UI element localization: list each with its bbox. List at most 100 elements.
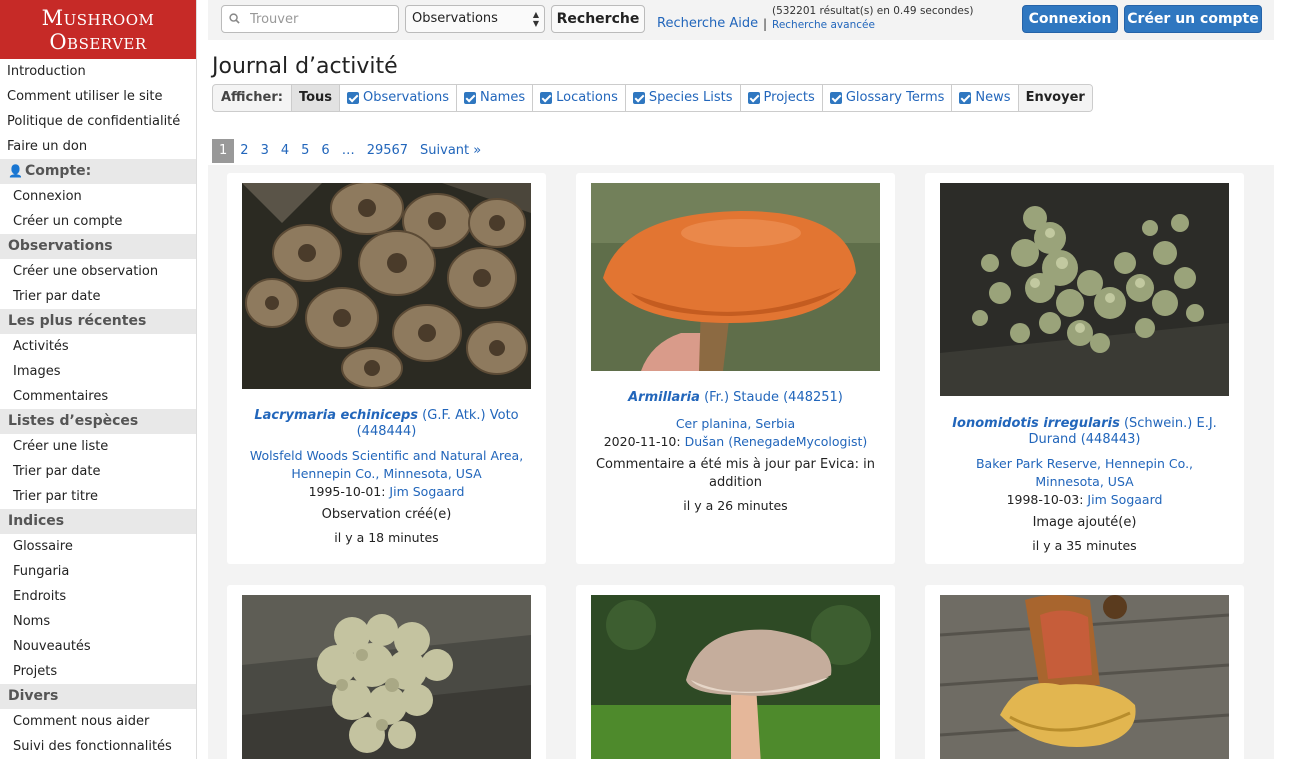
sidebar: Mushroom Observer Introduction Comment u…	[0, 0, 197, 759]
filter-news[interactable]: News	[951, 85, 1018, 111]
filter-observations[interactable]: Observations	[339, 85, 456, 111]
observation-date-line: 1995-10-01: Jim Sogaard	[242, 483, 531, 501]
activity-time-ago: il y a 35 minutes	[1032, 538, 1137, 553]
observation-date-line: 1998-10-03: Jim Sogaard	[940, 491, 1229, 509]
user-link[interactable]: Dušan (RenegadeMycologist)	[685, 434, 868, 449]
filter-species-lists[interactable]: Species Lists	[624, 85, 740, 111]
observation-photo[interactable]	[242, 595, 531, 759]
sidebar-item-fungaria[interactable]: Fungaria	[0, 559, 196, 584]
species-name: Ionomidotis irregularis	[952, 416, 1120, 431]
activity-card: Ionomidotis irregularis (Schwein.) E.J. …	[925, 173, 1244, 564]
page-right-margin	[1274, 0, 1296, 759]
login-button[interactable]: Connexion	[1022, 5, 1118, 33]
page-next-link[interactable]: Suivant »	[414, 139, 487, 163]
activity-filter-bar: Afficher: Tous Observations Names Locati…	[212, 84, 1093, 112]
logo-line-2: Observer	[49, 30, 147, 54]
filter-names[interactable]: Names	[455, 85, 533, 111]
observation-date: 1995-10-01:	[308, 484, 386, 499]
sidebar-item-list-sort-date[interactable]: Trier par date	[0, 459, 196, 484]
activity-card	[576, 585, 895, 759]
search-button[interactable]: Recherche	[551, 5, 645, 33]
filter-label: Afficher:	[221, 90, 283, 105]
observation-photo[interactable]	[591, 183, 880, 371]
location-link[interactable]: Wolsfeld Woods Scientific and Natural Ar…	[242, 447, 531, 483]
user-link[interactable]: Jim Sogaard	[389, 484, 464, 499]
observation-title-link[interactable]: Ionomidotis irregularis (Schwein.) E.J. …	[940, 416, 1229, 448]
page-link-last[interactable]: 29567	[361, 139, 414, 163]
location-link[interactable]: Cer planina, Serbia	[591, 415, 880, 433]
sidebar-item-how-to-use[interactable]: Comment utiliser le site	[0, 84, 196, 109]
page-link[interactable]: 6	[315, 139, 335, 163]
checkbox-checked-icon[interactable]	[347, 92, 360, 104]
location-link[interactable]: Baker Park Reserve, Hennepin Co., Minnes…	[940, 455, 1229, 491]
observation-id: (448443)	[1080, 432, 1141, 447]
sidebar-item-obs-sort-date[interactable]: Trier par date	[0, 284, 196, 309]
checkbox-checked-icon[interactable]	[747, 92, 760, 104]
activity-card: Lacrymaria echiniceps (G.F. Atk.) Voto (…	[227, 173, 546, 564]
sidebar-item-list-sort-title[interactable]: Trier par titre	[0, 484, 196, 509]
create-account-button[interactable]: Créer un compte	[1124, 5, 1262, 33]
species-author: (G.F. Atk.) Voto	[422, 408, 519, 423]
species-name: Armillaria	[628, 390, 700, 405]
sidebar-item-locations[interactable]: Endroits	[0, 584, 196, 609]
filter-names-label: Names	[479, 90, 526, 105]
page-title: Journal d’activité	[212, 54, 398, 79]
user-link[interactable]: Jim Sogaard	[1087, 492, 1162, 507]
search-input[interactable]	[250, 9, 390, 29]
checkbox-checked-icon[interactable]	[959, 92, 972, 104]
sidebar-item-create-account[interactable]: Créer un compte	[0, 209, 196, 234]
activity-action: Image ajouté(e)	[1032, 515, 1137, 530]
checkbox-checked-icon[interactable]	[829, 92, 842, 104]
sidebar-item-donate[interactable]: Faire un don	[0, 134, 196, 159]
filter-locations-label: Locations	[556, 90, 618, 105]
sidebar-item-create-list[interactable]: Créer une liste	[0, 434, 196, 459]
observation-photo[interactable]	[242, 183, 531, 389]
site-logo[interactable]: Mushroom Observer	[0, 0, 196, 59]
observation-photo[interactable]	[591, 595, 880, 759]
filter-locations[interactable]: Locations	[532, 85, 625, 111]
page-link[interactable]: 3	[255, 139, 275, 163]
sidebar-item-feature-tracker[interactable]: Suivi des fonctionnalités	[0, 734, 196, 759]
results-count: (532201 résultat(s) en 0.49 secondes)	[772, 5, 974, 17]
sidebar-item-create-observation[interactable]: Créer une observation	[0, 259, 196, 284]
pagination: 1 2 3 4 5 6 … 29567 Suivant »	[212, 139, 487, 163]
sidebar-item-how-to-help[interactable]: Comment nous aider	[0, 709, 196, 734]
sidebar-heading-account: 👤 Compte:	[0, 159, 196, 184]
filter-submit-button[interactable]: Envoyer	[1017, 85, 1092, 111]
search-help-link[interactable]: Recherche Aide	[657, 16, 758, 31]
search-box[interactable]	[221, 5, 399, 33]
observation-title-link[interactable]: Armillaria (Fr.) Staude (448251)	[591, 390, 880, 406]
sidebar-item-activities[interactable]: Activités	[0, 334, 196, 359]
checkbox-checked-icon[interactable]	[632, 92, 645, 104]
sidebar-item-introduction[interactable]: Introduction	[0, 59, 196, 84]
page-link[interactable]: 2	[234, 139, 254, 163]
filter-all-button[interactable]: Tous	[290, 85, 340, 111]
filter-glossary-terms[interactable]: Glossary Terms	[821, 85, 952, 111]
sidebar-heading-observations: Observations	[0, 234, 196, 259]
link-separator: |	[763, 17, 768, 31]
select-arrows-icon: ▲ ▼	[532, 10, 539, 28]
activity-time-ago: il y a 26 minutes	[683, 498, 788, 513]
activity-card	[925, 585, 1244, 759]
advanced-search-link[interactable]: Recherche avancée	[772, 19, 875, 31]
sidebar-item-glossary[interactable]: Glossaire	[0, 534, 196, 559]
observation-photo[interactable]	[940, 183, 1229, 396]
sidebar-item-news[interactable]: Nouveautés	[0, 634, 196, 659]
observation-title-link[interactable]: Lacrymaria echiniceps (G.F. Atk.) Voto (…	[242, 408, 531, 440]
sidebar-item-login[interactable]: Connexion	[0, 184, 196, 209]
filter-observations-label: Observations	[363, 90, 449, 105]
sidebar-item-projects[interactable]: Projets	[0, 659, 196, 684]
page-link[interactable]: 5	[295, 139, 315, 163]
page-link[interactable]: 4	[275, 139, 295, 163]
checkbox-checked-icon[interactable]	[463, 92, 476, 104]
checkbox-checked-icon[interactable]	[540, 92, 553, 104]
sidebar-item-names[interactable]: Noms	[0, 609, 196, 634]
filter-glossary-terms-label: Glossary Terms	[845, 90, 945, 105]
search-type-value: Observations	[412, 11, 498, 26]
observation-photo[interactable]	[940, 595, 1229, 759]
sidebar-item-images[interactable]: Images	[0, 359, 196, 384]
filter-projects[interactable]: Projects	[739, 85, 822, 111]
search-type-select[interactable]: Observations ▲ ▼	[405, 5, 545, 33]
sidebar-item-comments[interactable]: Commentaires	[0, 384, 196, 409]
sidebar-item-privacy[interactable]: Politique de confidentialité	[0, 109, 196, 134]
